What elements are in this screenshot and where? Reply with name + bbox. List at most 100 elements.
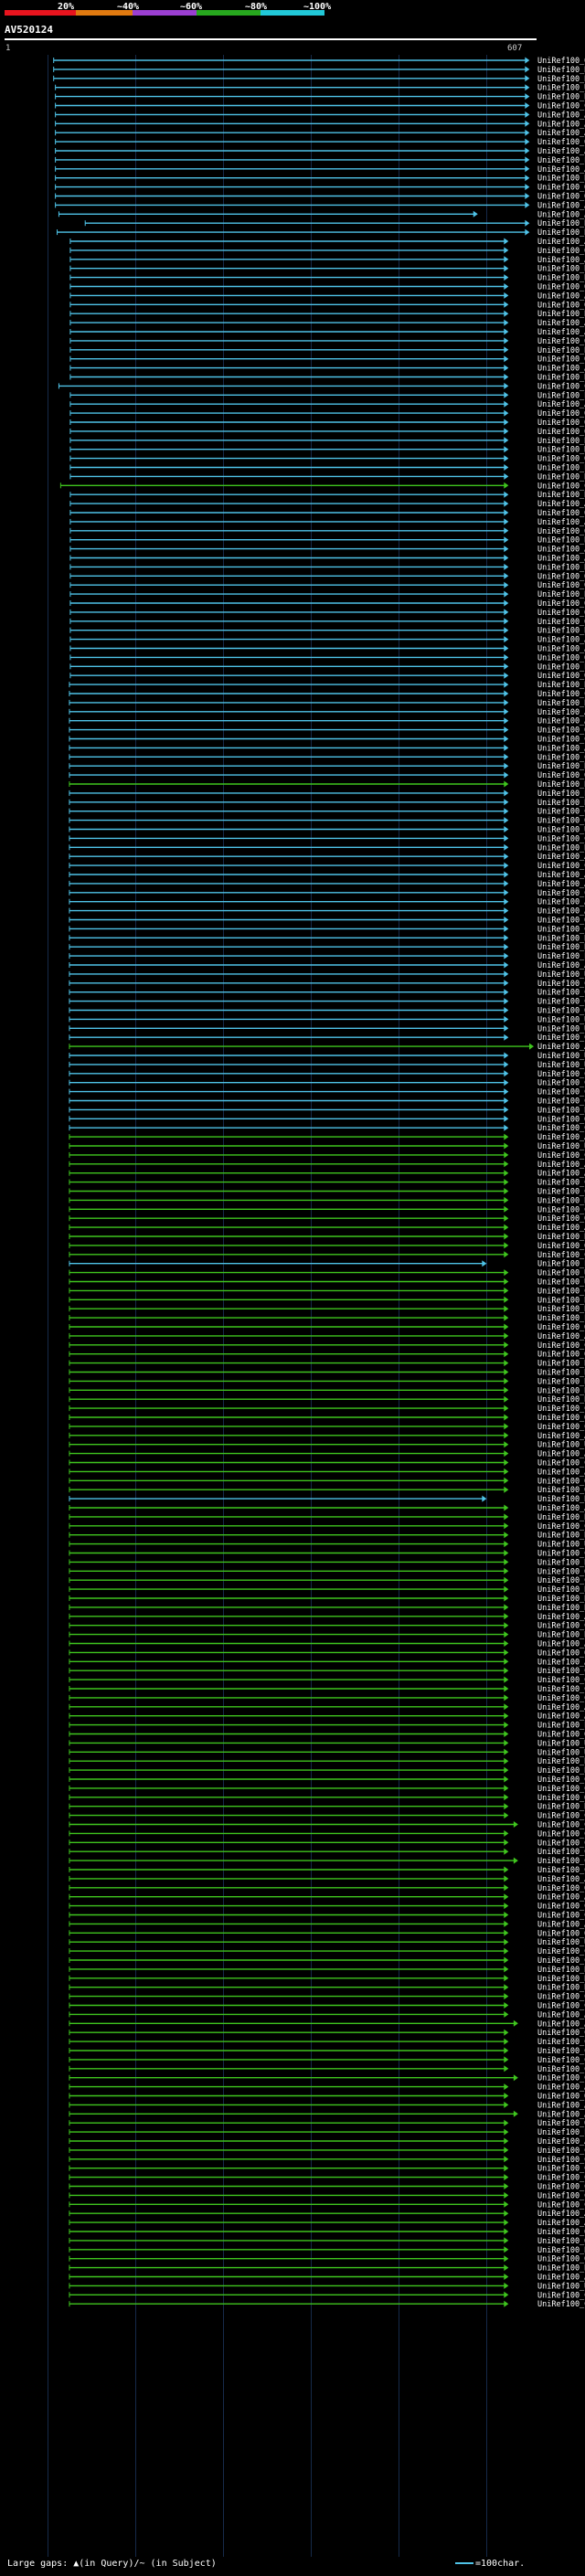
- hit-label[interactable]: UniRef100_B4VIP6: [537, 274, 585, 283]
- hit-label[interactable]: UniRef100_Q9AYT6: [537, 138, 585, 147]
- hit-label[interactable]: UniRef100_A2C0H8: [537, 636, 585, 645]
- hit-label[interactable]: UniRef100_C3WM55: [537, 1423, 585, 1432]
- hit-label[interactable]: UniRef100_UPI000...: [537, 2282, 585, 2291]
- hit-label[interactable]: UniRef100_A6W5Q3: [537, 2219, 585, 2228]
- hit-label[interactable]: UniRef100_A7NB28: [537, 1893, 585, 1903]
- hit-label[interactable]: UniRef100_C7RKY0: [537, 2300, 585, 2309]
- hit-label[interactable]: UniRef100_B1X076: [537, 590, 585, 599]
- hit-label[interactable]: UniRef100_P56210: [537, 1260, 585, 1269]
- hit-label[interactable]: UniRef100_B4WN44: [537, 762, 585, 771]
- hit-label[interactable]: UniRef100_C1FJ58: [537, 482, 585, 491]
- hit-label[interactable]: UniRef100_C300D1: [537, 2047, 585, 2056]
- hit-label[interactable]: UniRef100_Q7V381: [537, 337, 585, 346]
- hit-label[interactable]: UniRef100_A0TOQ5: [537, 1170, 585, 1179]
- hit-label[interactable]: UniRef100_A4IJN6: [537, 708, 585, 717]
- hit-label[interactable]: UniRef100_B8G1V0: [537, 1386, 585, 1395]
- hit-label[interactable]: UniRef100_C9W644: [537, 1459, 585, 1468]
- hit-label[interactable]: UniRef100_C1I8G3: [537, 1097, 585, 1107]
- hit-label[interactable]: UniRef100_A9TJ69: [537, 201, 585, 210]
- hit-label[interactable]: UniRef100_P0A9B3: [537, 1314, 585, 1323]
- hit-label[interactable]: UniRef100_B5JK94: [537, 1966, 585, 1975]
- hit-label[interactable]: UniRef100_C5V9G6: [537, 1694, 585, 1703]
- hit-label[interactable]: UniRef100_Q31956: [537, 609, 585, 618]
- hit-label[interactable]: UniRef100_Q3AKG9: [537, 428, 585, 437]
- hit-label[interactable]: UniRef100_B0EP75: [537, 843, 585, 853]
- hit-label[interactable]: UniRef100_C4KZ09: [537, 2002, 585, 2011]
- hit-label[interactable]: UniRef100_B6U1J2: [537, 175, 585, 184]
- hit-label[interactable]: UniRef100_C3AUP0: [537, 1866, 585, 1875]
- hit-label[interactable]: UniRef100_Q9LE94: [537, 193, 585, 202]
- hit-label[interactable]: UniRef100_Q2JFT9: [537, 771, 585, 780]
- hit-label[interactable]: UniRef100_C7IC27: [537, 1829, 585, 1839]
- hit-label[interactable]: UniRef100_C6SZB9: [537, 102, 585, 111]
- hit-label[interactable]: UniRef100_C5RHL3: [537, 1776, 585, 1785]
- hit-label[interactable]: UniRef100_A4S9W7: [537, 238, 585, 247]
- hit-label[interactable]: UniRef100_B7IGA0: [537, 1513, 585, 1522]
- hit-label[interactable]: UniRef100_A9P3T3: [537, 147, 585, 156]
- hit-label[interactable]: UniRef100_P51337: [537, 663, 585, 672]
- hit-label[interactable]: UniRef100_C0PXT4: [537, 1912, 585, 1921]
- hit-label[interactable]: UniRef100_A0LRK9: [537, 2019, 585, 2029]
- hit-label[interactable]: UniRef100_A2BU71: [537, 292, 585, 301]
- hit-label[interactable]: UniRef100_C0EXM0: [537, 2147, 585, 2156]
- hit-label[interactable]: UniRef100_Q6B9Q7: [537, 1731, 585, 1740]
- hit-label[interactable]: UniRef100_Q2JT06: [537, 599, 585, 609]
- hit-label[interactable]: UniRef100_C5MRI6: [537, 1179, 585, 1188]
- hit-label[interactable]: UniRef100_Q8DSX9: [537, 2093, 585, 2102]
- hit-label[interactable]: UniRef100_Q7ZYP1: [537, 672, 585, 681]
- hit-label[interactable]: UniRef100_P62432: [537, 1722, 585, 1731]
- hit-label[interactable]: UniRef100_P49549: [537, 790, 585, 799]
- hit-label[interactable]: UniRef100_C2C5Z8: [537, 1848, 585, 1857]
- hit-label[interactable]: UniRef100_A0YKQ1: [537, 546, 585, 555]
- hit-label[interactable]: UniRef100_UPI000...: [537, 1061, 585, 1070]
- hit-label[interactable]: UniRef100_Q7Y479: [537, 247, 585, 256]
- hit-label[interactable]: UniRef100_A8F970: [537, 744, 585, 753]
- hit-label[interactable]: UniRef100_B5QZ05: [537, 1595, 585, 1604]
- hit-label[interactable]: UniRef100_B9Q8F1: [537, 1766, 585, 1776]
- hit-label[interactable]: UniRef100_B2B11O: [537, 799, 585, 808]
- hit-label[interactable]: UniRef100_B9E8N9: [537, 780, 585, 790]
- hit-label[interactable]: UniRef100_C4LOQ0: [537, 1124, 585, 1133]
- hit-label[interactable]: UniRef100_Q05PN5: [537, 409, 585, 419]
- hit-label[interactable]: UniRef100_Q78412: [537, 301, 585, 310]
- hit-label[interactable]: UniRef100_A0LOM0: [537, 1712, 585, 1722]
- hit-label[interactable]: UniRef100_Q9TEQ5: [537, 726, 585, 736]
- hit-label[interactable]: UniRef100_A6QE19: [537, 1450, 585, 1459]
- hit-label[interactable]: UniRef100_Q3AXD3: [537, 419, 585, 428]
- hit-label[interactable]: UniRef100_UPI000...: [537, 1278, 585, 1288]
- hit-label[interactable]: UniRef100_Q31QQ7: [537, 355, 585, 365]
- hit-label[interactable]: UniRef100_C7NCR0: [537, 1903, 585, 1912]
- hit-label[interactable]: UniRef100_B4SG15: [537, 2246, 585, 2255]
- hit-label[interactable]: UniRef100_B5HQ50: [537, 1585, 585, 1595]
- hit-label[interactable]: UniRef100_B4WIK2: [537, 536, 585, 546]
- hit-label[interactable]: UniRef100_A5GPQ5: [537, 328, 585, 337]
- hit-label[interactable]: UniRef100_Q8YLJ8: [537, 572, 585, 581]
- hit-label[interactable]: UniRef100_B2IXNP: [537, 491, 585, 500]
- hit-label[interactable]: UniRef100_B7JW78: [537, 265, 585, 274]
- hit-label[interactable]: UniRef100_C5VK69: [537, 1079, 585, 1088]
- hit-label[interactable]: UniRef100_C1FDH5: [537, 753, 585, 762]
- hit-label[interactable]: UniRef100_C7Q2K1: [537, 1821, 585, 1830]
- hit-label[interactable]: UniRef100_C5R9N0: [537, 2029, 585, 2038]
- hit-label[interactable]: UniRef100_A3TH75: [537, 2083, 585, 2093]
- hit-label[interactable]: UniRef100_C3K9Q2: [537, 1251, 585, 1260]
- hit-label[interactable]: UniRef100_C9PTS3: [537, 2165, 585, 2174]
- hit-label[interactable]: UniRef100_B4S493: [537, 1369, 585, 1378]
- hit-label[interactable]: UniRef100_Q3SFN5: [537, 2119, 585, 2128]
- hit-label[interactable]: UniRef100_A7FZ81: [537, 880, 585, 889]
- hit-label[interactable]: UniRef100_UPI000...: [537, 1441, 585, 1450]
- hit-label[interactable]: UniRef100_C3K082: [537, 2183, 585, 2192]
- hit-label[interactable]: UniRef100_B1L9R1: [537, 1631, 585, 1640]
- hit-label[interactable]: UniRef100_C3HE97: [537, 2191, 585, 2200]
- hit-label[interactable]: UniRef100_A7WYW0: [537, 1224, 585, 1233]
- hit-label[interactable]: UniRef100_Q8H8H8: [537, 184, 585, 193]
- hit-label[interactable]: UniRef100_Q04UG7: [537, 2228, 585, 2237]
- hit-label[interactable]: UniRef100_B5IQN7: [537, 310, 585, 319]
- hit-label[interactable]: UniRef100_C5R6C2: [537, 1088, 585, 1097]
- hit-label[interactable]: UniRef100_UPI000...: [537, 1024, 585, 1034]
- hit-label[interactable]: UniRef100_A8V1A2: [537, 2137, 585, 2147]
- hit-label[interactable]: UniRef100_B1L939: [537, 943, 585, 952]
- hit-label[interactable]: UniRef100_A5L1W7: [537, 898, 585, 907]
- hit-label[interactable]: UniRef100_C4WHG2: [537, 1205, 585, 1214]
- hit-label[interactable]: UniRef100_P31164: [537, 156, 585, 165]
